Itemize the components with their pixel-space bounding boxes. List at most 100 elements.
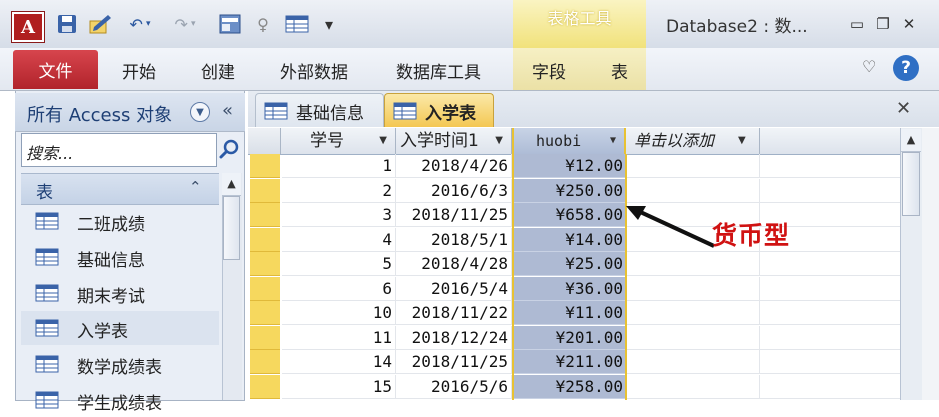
row-selector[interactable] [250, 252, 280, 276]
tab-fields[interactable]: 字段 [532, 58, 566, 83]
cell-student-id[interactable]: 15 [282, 375, 396, 399]
cell-enroll-date[interactable]: 2018/5/1 [396, 228, 512, 252]
chevron-down-icon[interactable]: ▼ [190, 102, 210, 122]
row-selector[interactable] [250, 277, 280, 301]
tab-home[interactable]: 开始 [122, 58, 156, 83]
chevron-down-icon[interactable]: ▼ [738, 128, 746, 154]
row-selector[interactable] [250, 179, 280, 203]
cell-huobi[interactable]: ¥11.00 [514, 301, 626, 325]
cell-student-id[interactable]: 5 [282, 252, 396, 276]
cell-huobi[interactable]: ¥14.00 [514, 228, 626, 252]
nav-collapse-button[interactable]: « [222, 100, 233, 121]
help-icon[interactable]: ? [893, 55, 919, 81]
chevron-down-icon[interactable]: ▼ [495, 128, 503, 154]
cell-student-id[interactable]: 4 [282, 228, 396, 252]
cell-huobi[interactable]: ¥250.00 [514, 179, 626, 203]
doc-tab-basic-info[interactable]: 基础信息 [255, 93, 384, 127]
cell-enroll-date[interactable]: 2016/6/3 [396, 179, 512, 203]
tab-file[interactable]: 文件 [13, 50, 98, 89]
nav-item-label: 二班成绩 [77, 215, 145, 235]
table-icon[interactable] [282, 11, 312, 37]
cell-enroll-date[interactable]: 2018/4/28 [396, 252, 512, 276]
row-selector[interactable] [250, 301, 280, 325]
close-icon[interactable]: ✕ [898, 14, 920, 34]
select-all-corner[interactable] [248, 128, 281, 154]
nav-item-table[interactable]: 二班成绩 [21, 204, 219, 238]
cell-huobi[interactable]: ¥658.00 [514, 203, 626, 227]
tab-database-tools[interactable]: 数据库工具 [396, 58, 481, 83]
cell-enroll-date[interactable]: 2018/11/25 [396, 350, 512, 374]
cell-enroll-date[interactable]: 2018/11/25 [396, 203, 512, 227]
table-icon [35, 355, 59, 373]
cell-student-id[interactable]: 10 [282, 301, 396, 325]
cell-empty[interactable] [626, 375, 760, 399]
access-app-icon[interactable]: A [12, 12, 44, 42]
column-header-huobi[interactable]: huobi ▼ [512, 128, 626, 154]
row-selector[interactable] [250, 203, 280, 227]
row-selector[interactable] [250, 350, 280, 374]
chevron-down-icon[interactable]: ▼ [379, 128, 387, 154]
scroll-up-icon[interactable]: ▲ [222, 173, 241, 196]
scroll-up-icon[interactable]: ▲ [901, 129, 921, 152]
nav-item-table[interactable]: 数学成绩表 [21, 347, 219, 381]
undo-icon[interactable]: ↶ ▾ [122, 11, 158, 37]
cell-empty[interactable] [626, 350, 760, 374]
cell-empty[interactable] [626, 326, 760, 350]
restore-icon[interactable]: ❐ [872, 14, 894, 34]
nav-item-table[interactable]: 入学表 [21, 311, 219, 345]
tab-table[interactable]: 表 [611, 58, 628, 83]
cell-enroll-date[interactable]: 2018/4/26 [396, 154, 512, 178]
close-icon[interactable]: ✕ [896, 98, 911, 119]
cell-huobi[interactable]: ¥211.00 [514, 350, 626, 374]
row-selector[interactable] [250, 154, 280, 178]
form-icon[interactable] [216, 11, 244, 37]
column-header-enroll-date[interactable]: 入学时间1 ▼ [396, 128, 512, 154]
ribbon-collapse-icon[interactable]: ♡ [862, 57, 876, 76]
tab-external-data[interactable]: 外部数据 [280, 58, 348, 83]
cell-student-id[interactable]: 3 [282, 203, 396, 227]
cell-empty[interactable] [626, 301, 760, 325]
cell-enroll-date[interactable]: 2018/12/24 [396, 326, 512, 350]
nav-scroll-thumb[interactable] [223, 196, 240, 260]
help-bulb-icon[interactable]: ♀ [254, 11, 272, 37]
tab-create[interactable]: 创建 [201, 58, 235, 83]
column-header-student-id[interactable]: 学号 ▼ [282, 128, 396, 154]
cell-enroll-date[interactable]: 2016/5/4 [396, 277, 512, 301]
cell-huobi[interactable]: ¥12.00 [514, 154, 626, 178]
table-icon [35, 248, 59, 266]
chevron-down-icon[interactable]: ▼ [610, 128, 616, 154]
chevron-up-icon[interactable]: ⌃ [189, 178, 202, 196]
nav-group-label: 表 [36, 183, 53, 203]
cell-student-id[interactable]: 14 [282, 350, 396, 374]
doc-tab-enrollment[interactable]: 入学表 [384, 93, 494, 128]
cell-student-id[interactable]: 11 [282, 326, 396, 350]
cell-student-id[interactable]: 2 [282, 179, 396, 203]
redo-icon[interactable]: ↷ ▾ [168, 11, 202, 37]
nav-item-table[interactable]: 期末考试 [21, 276, 219, 310]
save-icon[interactable] [55, 11, 79, 37]
nav-pane-title[interactable]: 所有 Access 对象 [27, 101, 172, 127]
row-selector[interactable] [250, 326, 280, 350]
cell-enroll-date[interactable]: 2018/11/22 [396, 301, 512, 325]
minimize-icon[interactable]: ▭ [846, 14, 868, 34]
cell-student-id[interactable]: 1 [282, 154, 396, 178]
cell-empty[interactable] [626, 154, 760, 178]
row-selector[interactable] [250, 228, 280, 252]
nav-item-table[interactable]: 学生成绩表 [21, 383, 219, 417]
customize-icon[interactable]: ▾ [320, 11, 338, 37]
cell-empty[interactable] [626, 252, 760, 276]
row-selector[interactable] [250, 375, 280, 399]
column-header-label: 入学时间1 [400, 131, 479, 151]
search-icon[interactable] [219, 138, 241, 160]
cell-student-id[interactable]: 6 [282, 277, 396, 301]
cell-empty[interactable] [626, 277, 760, 301]
cell-huobi[interactable]: ¥258.00 [514, 375, 626, 399]
cell-huobi[interactable]: ¥201.00 [514, 326, 626, 350]
cell-enroll-date[interactable]: 2016/5/6 [396, 375, 512, 399]
column-header-click-to-add[interactable]: 单击以添加 ▼ [626, 128, 760, 154]
datasheet-scroll-thumb[interactable] [902, 152, 920, 216]
cell-huobi[interactable]: ¥25.00 [514, 252, 626, 276]
nav-item-table[interactable]: 基础信息 [21, 240, 219, 274]
cell-huobi[interactable]: ¥36.00 [514, 277, 626, 301]
edit-icon[interactable] [86, 11, 114, 37]
